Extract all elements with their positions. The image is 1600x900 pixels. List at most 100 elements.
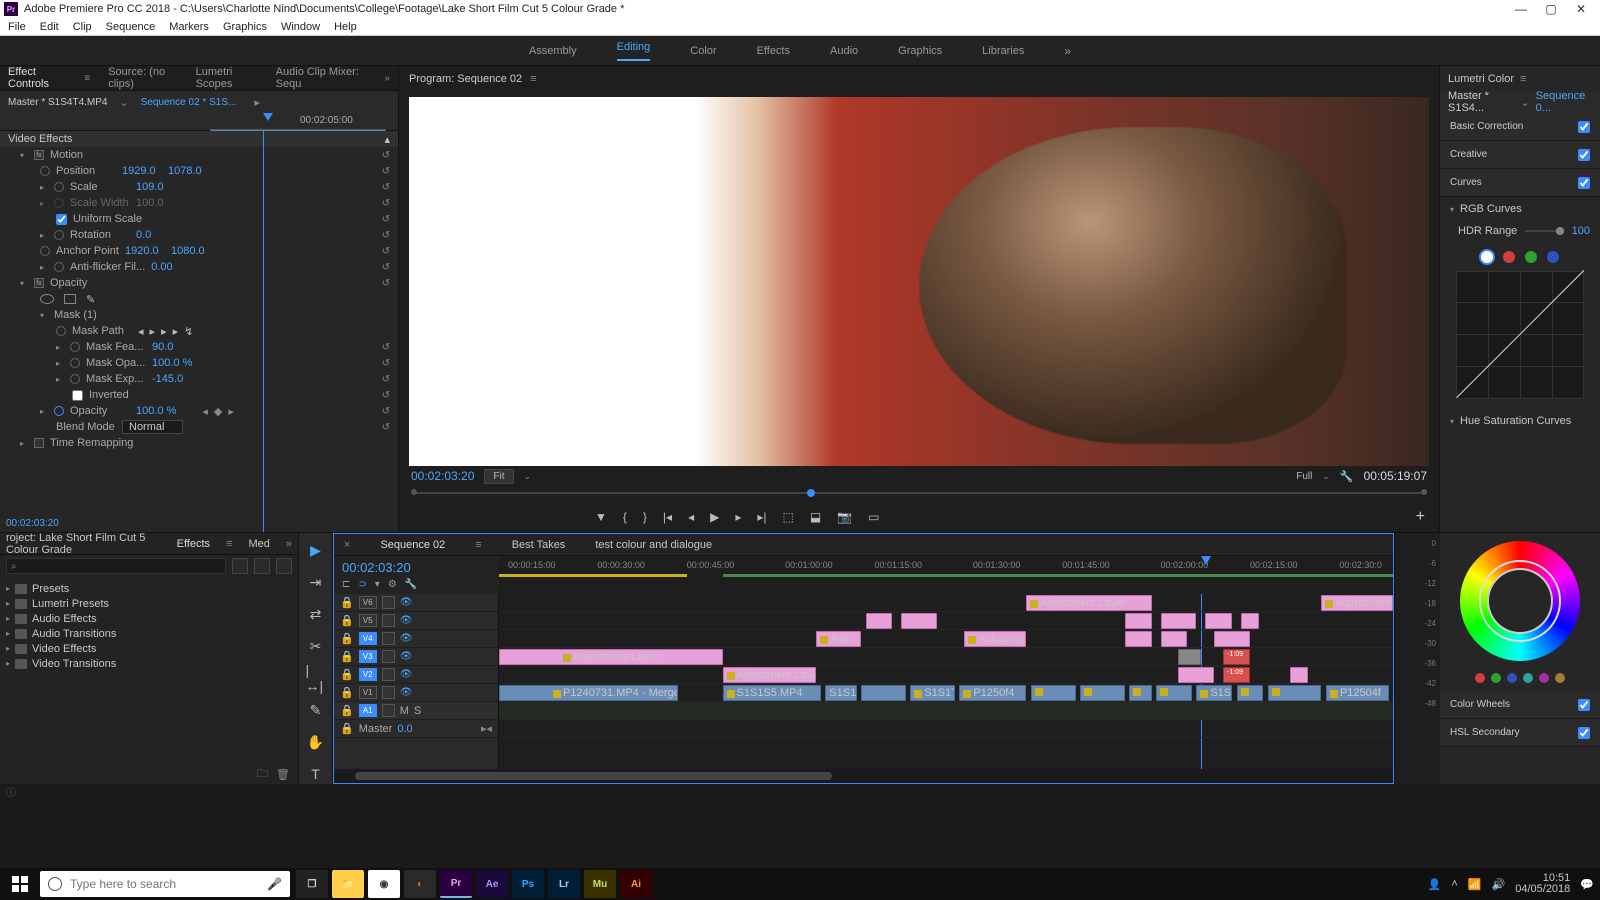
reset-icon[interactable]: ↺ <box>382 150 390 161</box>
chrome-icon[interactable]: ◉ <box>368 870 400 898</box>
twirl-icon[interactable]: ▾ <box>1450 417 1454 426</box>
mask-wrench-icon[interactable]: ↯ <box>184 325 193 338</box>
track-area[interactable]: Adjustment Layer Adjustment La Adju Adju… <box>499 594 1393 769</box>
play-icon[interactable]: ▶ <box>710 510 719 524</box>
ws-audio[interactable]: Audio <box>830 45 858 57</box>
photoshop-icon[interactable]: Ps <box>512 870 544 898</box>
rotation-value[interactable]: 0.0 <box>136 229 176 241</box>
snap-icon[interactable]: ⊏ <box>342 579 350 590</box>
section-basic-correction[interactable]: Basic Correction <box>1440 113 1600 141</box>
eye-icon[interactable]: 👁 <box>400 597 413 608</box>
clip-adjustment[interactable]: Adjustment Laye <box>723 667 817 683</box>
tree-video-effects[interactable]: ▸Video Effects <box>6 641 292 656</box>
pen-mask-icon[interactable]: ✎ <box>86 293 95 306</box>
stopwatch-icon[interactable] <box>40 166 50 176</box>
eye-icon[interactable]: 👁 <box>400 687 413 698</box>
mask-feather-value[interactable]: 90.0 <box>152 341 192 353</box>
mark-out-icon[interactable]: } <box>643 510 647 524</box>
tab-lumetri-scopes[interactable]: Lumetri Scopes <box>196 66 258 90</box>
export-frame-icon[interactable]: 📷 <box>837 510 852 524</box>
rgb-red-icon[interactable] <box>1503 251 1515 263</box>
new-bin-icon[interactable]: 🗀 <box>257 765 268 784</box>
stopwatch-icon[interactable] <box>54 230 64 240</box>
program-tab[interactable]: Program: Sequence 02 <box>409 73 522 85</box>
add-marker-icon[interactable]: ▾ <box>375 579 380 590</box>
sync-lock-icon[interactable] <box>382 632 395 645</box>
clip-video[interactable]: P12504f <box>1326 685 1389 701</box>
clip[interactable] <box>1125 631 1152 647</box>
clip-adjustment[interactable]: Adju <box>816 631 861 647</box>
tab-audio-mixer[interactable]: Audio Clip Mixer: Sequ <box>276 66 367 90</box>
hue-saturation-wheel[interactable] <box>1460 541 1580 661</box>
ws-editing[interactable]: Editing <box>617 41 651 61</box>
clip[interactable] <box>901 613 937 629</box>
reset-icon[interactable]: ↺ <box>382 214 390 225</box>
clip[interactable] <box>866 613 893 629</box>
ec-sequence-clip[interactable]: Sequence 02 * S1S... <box>141 97 237 108</box>
anchor-x[interactable]: 1920.0 <box>125 245 165 257</box>
reset-icon[interactable]: ↺ <box>382 230 390 241</box>
clip[interactable] <box>1205 613 1232 629</box>
twirl-icon[interactable]: ▾ <box>1450 205 1454 214</box>
clip[interactable] <box>1290 667 1308 683</box>
chevron-down-icon[interactable]: ⌄ <box>524 471 532 482</box>
kf-prev-icon[interactable]: ◂ <box>202 405 208 418</box>
reset-icon[interactable]: ↺ <box>382 390 390 401</box>
scrub-start-icon[interactable] <box>411 489 417 495</box>
type-tool-icon[interactable]: T <box>306 764 326 784</box>
lock-icon[interactable]: 🔒 <box>340 704 354 717</box>
panel-menu-icon[interactable]: ≡ <box>530 73 536 85</box>
twirl-icon[interactable]: ▸ <box>56 343 64 352</box>
reset-icon[interactable]: ↺ <box>382 422 390 433</box>
twirl-icon[interactable]: ▾ <box>20 279 28 288</box>
stopwatch-icon[interactable] <box>70 358 80 368</box>
opacity-value[interactable]: 100.0 % <box>136 405 176 417</box>
menu-markers[interactable]: Markers <box>169 21 209 33</box>
lift-icon[interactable]: ⬚ <box>783 510 794 524</box>
tab-media[interactable]: Med <box>248 538 269 550</box>
kf-next-icon[interactable]: ▸ <box>228 405 234 418</box>
eye-icon[interactable]: 👁 <box>400 669 413 680</box>
lock-icon[interactable]: 🔒 <box>340 668 354 681</box>
antiflicker-value[interactable]: 0.00 <box>151 261 191 273</box>
tab-effects[interactable]: Effects <box>177 538 210 550</box>
menu-file[interactable]: File <box>8 21 26 33</box>
accel-fx-icon[interactable] <box>232 558 248 574</box>
twirl-icon[interactable]: ▸ <box>40 183 48 192</box>
sync-lock-icon[interactable] <box>382 668 395 681</box>
swatch-magenta-icon[interactable] <box>1539 673 1549 683</box>
clip[interactable] <box>1178 667 1214 683</box>
lock-icon[interactable]: 🔒 <box>340 596 354 609</box>
razor-tool-icon[interactable]: ✂ <box>306 637 326 657</box>
lumetri-sequence[interactable]: Sequence 0... <box>1536 90 1592 114</box>
volume-icon[interactable]: 🔊 <box>1492 878 1506 891</box>
mic-icon[interactable]: 🎤 <box>267 877 282 891</box>
reset-icon[interactable]: ↺ <box>382 198 390 209</box>
lock-icon[interactable]: 🔒 <box>340 632 354 645</box>
section-curves[interactable]: Curves <box>1440 169 1600 197</box>
32bit-fx-icon[interactable] <box>254 558 270 574</box>
timeline-ruler[interactable]: 00:00:15:00 00:00:30:00 00:00:45:00 00:0… <box>499 556 1393 594</box>
ws-graphics[interactable]: Graphics <box>898 45 942 57</box>
explorer-icon[interactable]: 📁 <box>332 870 364 898</box>
twirl-icon[interactable]: ▾ <box>40 311 48 320</box>
mask-prev-icon[interactable]: ◂ <box>138 325 144 338</box>
ws-color[interactable]: Color <box>690 45 716 57</box>
close-button[interactable]: ✕ <box>1566 2 1596 16</box>
work-area-bar[interactable] <box>499 574 687 577</box>
timeline-timecode[interactable]: 00:02:03:20 <box>342 560 491 575</box>
scale-value[interactable]: 109.0 <box>136 181 176 193</box>
eye-icon[interactable]: 👁 <box>400 651 413 662</box>
tree-audio-effects[interactable]: ▸Audio Effects <box>6 611 292 626</box>
menu-sequence[interactable]: Sequence <box>106 21 156 33</box>
sync-lock-icon[interactable] <box>382 686 395 699</box>
program-viewer[interactable] <box>409 97 1429 466</box>
menu-window[interactable]: Window <box>281 21 320 33</box>
mask-play-back-icon[interactable]: ▸ <box>150 325 156 338</box>
selection-tool-icon[interactable]: ▶ <box>306 541 326 561</box>
twirl-icon[interactable]: ▾ <box>20 151 28 160</box>
twirl-icon[interactable]: ▸ <box>56 359 64 368</box>
chevron-down-icon[interactable]: ⌄ <box>1520 96 1529 109</box>
taskbar-clock[interactable]: 10:51 04/05/2018 <box>1515 873 1570 895</box>
ec-master-clip[interactable]: Master * S1S4T4.MP4 <box>8 97 107 108</box>
